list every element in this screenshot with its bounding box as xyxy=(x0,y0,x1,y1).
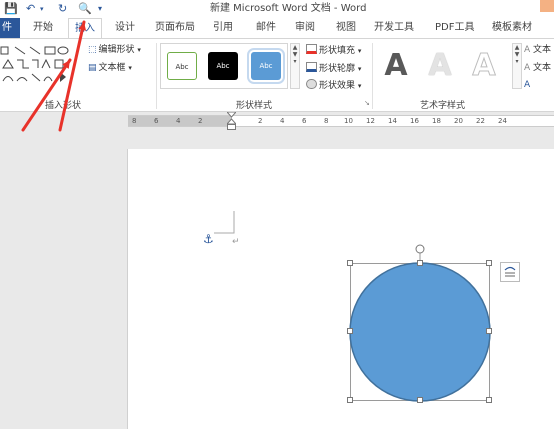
account-badge[interactable] xyxy=(540,0,554,12)
effects-icon xyxy=(306,79,317,89)
customize-quick-access-icon[interactable]: ▾ xyxy=(98,2,102,16)
ruler-mark: 22 xyxy=(476,117,485,125)
scroll-down-icon[interactable]: ▼ xyxy=(291,51,299,58)
scroll-up-icon[interactable]: ▲ xyxy=(291,44,299,51)
shape-styles-gallery[interactable]: Abc Abc Abc xyxy=(160,43,288,89)
resize-handle-top-left[interactable] xyxy=(347,260,353,266)
tab-developer[interactable]: 开发工具 xyxy=(374,21,414,35)
ruler-mark: 12 xyxy=(366,117,375,125)
text-effects-icon: A xyxy=(524,80,531,90)
save-icon[interactable]: 💾 xyxy=(4,2,18,16)
document-page[interactable]: ⚓ ↵ xyxy=(127,149,554,429)
shape-styles-group-label: 形状样式 xyxy=(236,101,273,111)
text-outline-button[interactable]: A 文本 xyxy=(524,62,551,74)
tab-pdf-tools[interactable]: PDF工具 xyxy=(435,21,474,35)
scroll-up-icon[interactable]: ▲ xyxy=(513,44,521,51)
pen-icon xyxy=(306,62,317,72)
wordart-group-label: 艺术字样式 xyxy=(420,101,466,111)
ruler-mark: 4 xyxy=(280,117,285,125)
shape-style-sample-blue[interactable]: Abc xyxy=(247,48,285,84)
text-outline-icon: A xyxy=(524,63,531,73)
shape-style-sample-black[interactable]: Abc xyxy=(208,52,238,80)
ruler-mark: 6 xyxy=(302,117,307,125)
paragraph-mark-icon: ↵ xyxy=(232,237,240,247)
wordart-scroll[interactable]: ▲ ▼ ▾ xyxy=(512,43,522,89)
layout-options-button[interactable] xyxy=(500,262,520,282)
tab-review[interactable]: 审阅 xyxy=(295,21,315,35)
undo-dropdown-icon[interactable]: ▾ xyxy=(40,2,44,16)
ruler-mark: 6 xyxy=(154,117,159,125)
redo-icon[interactable]: ↻ xyxy=(58,2,67,16)
shape-style-sample-outline[interactable]: Abc xyxy=(167,52,197,80)
tab-references[interactable]: 引用 xyxy=(213,21,233,35)
more-icon[interactable]: ▾ xyxy=(513,58,521,65)
ruler-mark: 24 xyxy=(498,117,507,125)
more-icon[interactable]: ▾ xyxy=(291,58,299,65)
tab-page-layout[interactable]: 页面布局 xyxy=(155,21,195,35)
wordart-sample-dark[interactable]: A xyxy=(378,47,414,85)
text-fill-icon: A xyxy=(524,45,531,55)
ruler-mark: 20 xyxy=(454,117,463,125)
ruler-mark: 16 xyxy=(410,117,419,125)
ruler-mark: 10 xyxy=(344,117,353,125)
tab-mailings[interactable]: 邮件 xyxy=(256,21,276,35)
rotate-handle-icon[interactable] xyxy=(415,244,425,254)
text-fill-button[interactable]: A 文本 xyxy=(524,44,551,56)
group-divider xyxy=(156,43,157,109)
arrow-to-insert-tab-line xyxy=(58,20,86,132)
undo-icon[interactable]: ↶ xyxy=(26,2,35,16)
indent-marker[interactable] xyxy=(227,112,236,130)
resize-handle-top-right[interactable] xyxy=(486,260,492,266)
tab-file[interactable]: 件 xyxy=(0,18,20,38)
wordart-sample-outline[interactable]: A xyxy=(466,47,502,85)
ruler-mark: 2 xyxy=(258,117,263,125)
resize-handle-right[interactable] xyxy=(486,328,492,334)
ruler-mark: 8 xyxy=(324,117,329,125)
shape-effects-button[interactable]: 形状效果 ▾ xyxy=(306,79,361,92)
resize-handle-bottom-left[interactable] xyxy=(347,397,353,403)
ruler-mark: 8 xyxy=(132,117,137,125)
window-title: 新建 Microsoft Word 文档 - Word xyxy=(210,3,367,14)
dialog-launcher-icon[interactable]: ↘ xyxy=(364,99,370,107)
anchor-icon[interactable]: ⚓ xyxy=(203,232,214,246)
shape-styles-scroll[interactable]: ▲ ▼ ▾ xyxy=(290,43,300,89)
layout-options-icon xyxy=(504,266,516,277)
resize-handle-bottom-right[interactable] xyxy=(486,397,492,403)
title-bar: 💾 ↶ ▾ ↻ 🔍 ▾ 新建 Microsoft Word 文档 - Word xyxy=(0,0,554,18)
paint-bucket-icon xyxy=(306,44,317,54)
text-effects-button[interactable]: A xyxy=(524,79,530,91)
tab-template-material[interactable]: 模板素材 xyxy=(492,21,532,35)
resize-handle-bottom[interactable] xyxy=(417,397,423,403)
resize-handle-left[interactable] xyxy=(347,328,353,334)
shape-selection[interactable] xyxy=(346,243,494,403)
shape-fill-button[interactable]: 形状填充 ▾ xyxy=(306,44,361,57)
ruler-mark: 4 xyxy=(176,117,181,125)
group-divider xyxy=(372,43,373,109)
horizontal-ruler[interactable]: 8 6 4 2 2 4 6 8 10 12 14 16 18 20 22 24 xyxy=(128,115,554,127)
ruler-mark: 14 xyxy=(388,117,397,125)
tab-design[interactable]: 设计 xyxy=(115,21,135,35)
annotation-arrows xyxy=(21,20,87,132)
print-preview-icon[interactable]: 🔍 xyxy=(78,2,92,16)
circle-shape[interactable] xyxy=(349,262,491,402)
shape-outline-button[interactable]: 形状轮廓 ▾ xyxy=(306,62,361,75)
tab-view[interactable]: 视图 xyxy=(336,21,356,35)
wordart-gallery[interactable]: A A A xyxy=(378,43,510,89)
ruler-mark: 2 xyxy=(198,117,203,125)
scroll-down-icon[interactable]: ▼ xyxy=(513,51,521,58)
ruler-mark: 18 xyxy=(432,117,441,125)
wordart-sample-light[interactable]: A xyxy=(422,47,458,85)
resize-handle-top[interactable] xyxy=(417,260,423,266)
